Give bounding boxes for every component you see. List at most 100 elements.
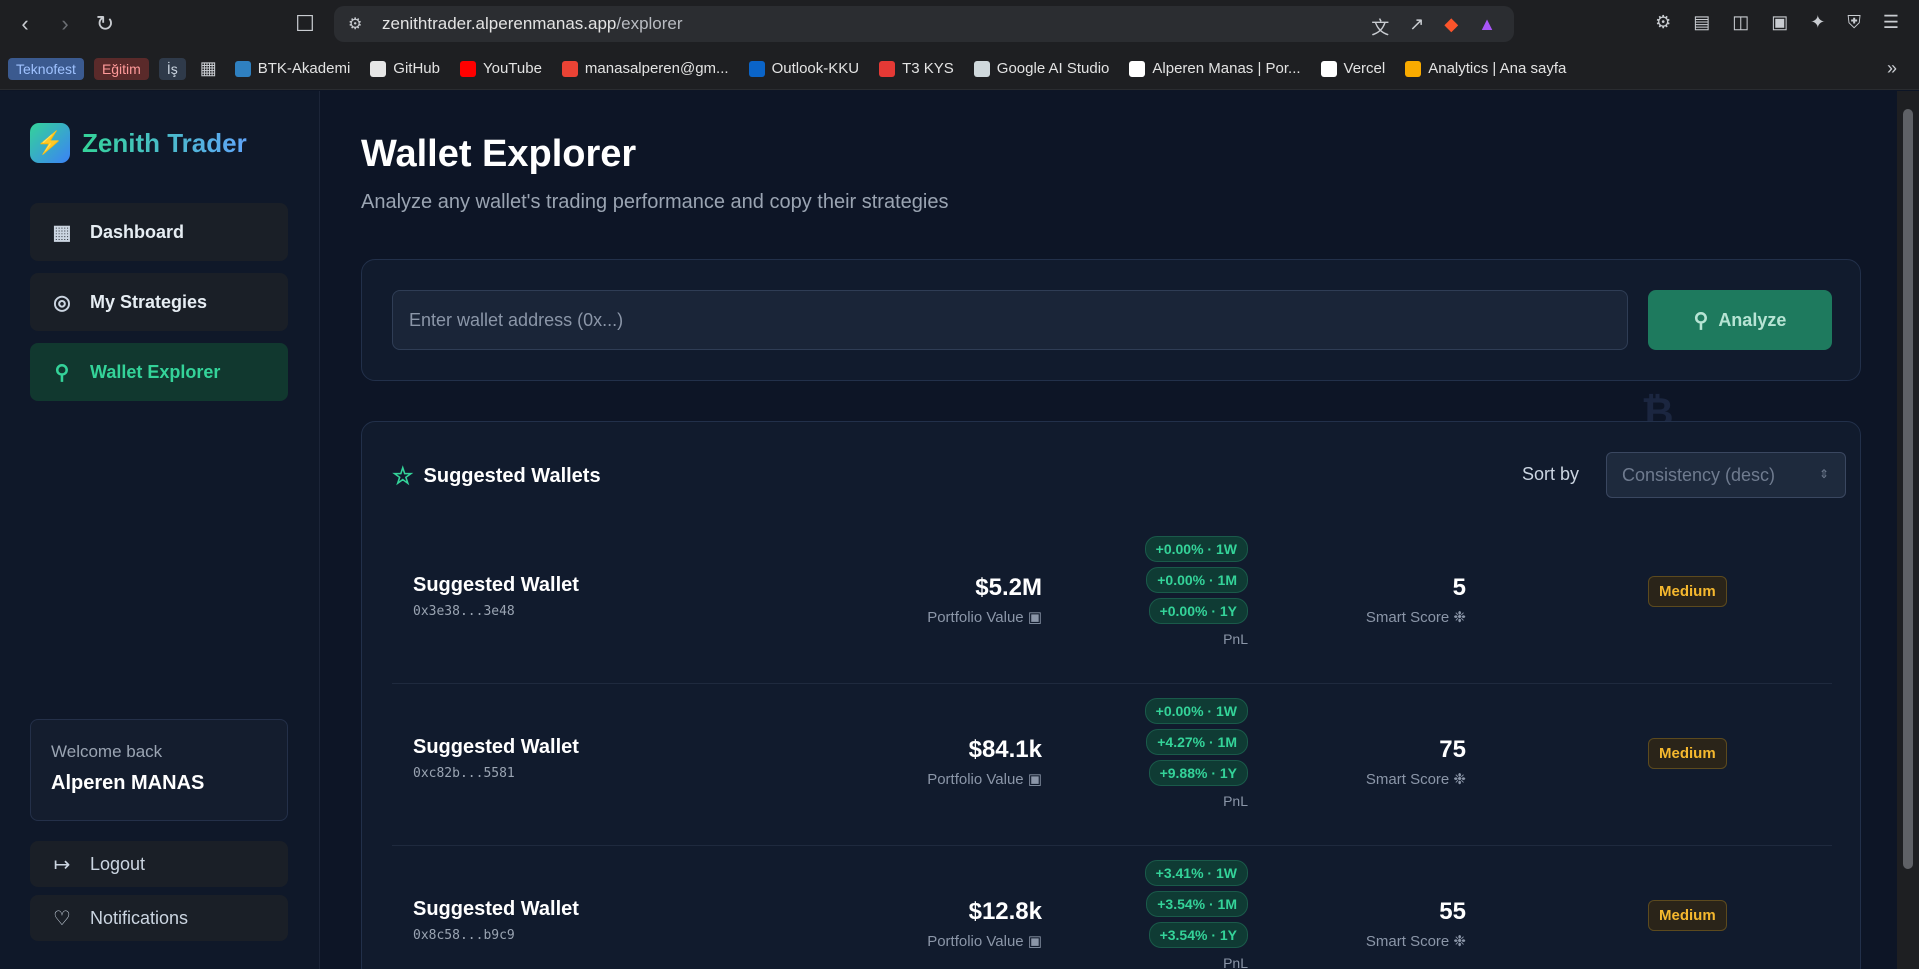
risk-badge: Medium	[1648, 738, 1727, 769]
target-icon: ◎	[53, 291, 71, 314]
portfolio-value-label: Portfolio Value ▣	[927, 933, 1042, 950]
wallet-name: Suggested Wallet	[413, 736, 579, 758]
translate-icon[interactable]: 文	[1371, 14, 1389, 40]
logout-label: Logout	[90, 853, 146, 874]
suggested-wallets-card: ☆ Suggested Wallets Sort by Consistency …	[361, 421, 1861, 969]
bookmark-item[interactable]: Google AI Studio	[973, 60, 1110, 77]
logout-icon: ↦	[53, 853, 71, 876]
sidebar: ⚡ Zenith Trader ▦ Dashboard ◎ My Strateg…	[0, 91, 320, 969]
extensions-icon[interactable]: ⚙	[1655, 12, 1671, 33]
bookmark-item[interactable]: Alperen Manas | Por...	[1129, 60, 1301, 77]
portfolio-value: $12.8k Portfolio Value ▣	[927, 898, 1042, 950]
bookmark-folder[interactable]: İş	[158, 57, 186, 80]
bookmark-label: Google AI Studio	[996, 60, 1110, 77]
pnl-pill: +0.00% · 1Y	[1148, 598, 1248, 624]
suggested-wallets-header: ☆ Suggested Wallets	[392, 462, 601, 491]
portfolio-value: $84.1k Portfolio Value ▣	[927, 736, 1042, 788]
github-icon	[370, 60, 387, 77]
pnl-pill: +3.54% · 1M	[1146, 891, 1248, 917]
dashboard-icon: ▦	[52, 221, 72, 244]
pnl-pill: +9.88% · 1Y	[1148, 760, 1248, 786]
notifications-button[interactable]: ♡ Notifications	[30, 895, 288, 941]
vercel-icon	[1320, 60, 1337, 77]
wallet-icon: ▣	[1027, 771, 1042, 788]
bookmark-folder[interactable]: Eğitim	[93, 57, 149, 80]
reader-icon[interactable]: ▤	[1693, 12, 1710, 33]
pnl-group: +3.41% · 1W +3.54% · 1M +3.54% · 1Y PnL	[1132, 860, 1248, 969]
bookmark-item[interactable]: manasalperen@gm...	[561, 60, 729, 77]
site-info-icon[interactable]: ⚙	[348, 14, 362, 34]
url-path: /explorer	[616, 14, 683, 33]
wallet-address: 0xc82b...5581	[413, 766, 515, 781]
btk-icon	[234, 60, 251, 77]
wallet-icon[interactable]: ▣	[1771, 12, 1788, 33]
analyze-label: Analyze	[1718, 309, 1787, 330]
suggested-wallets-title: Suggested Wallets	[423, 465, 601, 487]
lightning-icon: ⚡	[30, 123, 70, 163]
star-icon: ☆	[392, 463, 414, 490]
brave-shield-icon[interactable]: ◆	[1444, 14, 1458, 40]
apps-grid-icon[interactable]: ▦	[200, 58, 217, 79]
pnl-pill: +0.00% · 1W	[1144, 698, 1248, 724]
search-card: ⚲ Analyze	[361, 259, 1861, 381]
bookmark-item[interactable]: T3 KYS	[879, 60, 954, 77]
back-icon[interactable]: ‹	[10, 9, 40, 39]
portfolio-value-label: Portfolio Value ▣	[927, 609, 1042, 626]
address-bar[interactable]: ⚙ zenithtrader.alperenmanas.app/explorer…	[334, 6, 1514, 42]
bookmark-item[interactable]: Vercel	[1320, 60, 1386, 77]
wallet-row[interactable]: Suggested Wallet 0x8c58...b9c9 $12.8k Portf…	[392, 846, 1832, 969]
gmail-icon	[561, 60, 578, 77]
analyze-button[interactable]: ⚲ Analyze	[1648, 290, 1832, 350]
browser-toolbar: ‹ › ↻ ☐ ⚙ zenithtrader.alperenmanas.app /…	[0, 0, 1919, 48]
portfolio-value-amount: $5.2M	[975, 574, 1042, 601]
reload-icon[interactable]: ↻	[90, 9, 120, 39]
risk-badge: Medium	[1648, 900, 1727, 931]
bookmark-item[interactable]: Analytics | Ana sayfa	[1405, 60, 1566, 77]
scrollbar[interactable]	[1897, 91, 1919, 969]
bookmark-item[interactable]: YouTube	[459, 60, 542, 77]
forward-icon[interactable]: ›	[50, 9, 80, 39]
sort-select[interactable]: Consistency (desc) ⇕	[1606, 452, 1846, 498]
bookmark-label: Alperen Manas | Por...	[1152, 60, 1301, 77]
leo-icon[interactable]: ✦	[1810, 12, 1825, 33]
portfolio-value-label: Portfolio Value ▣	[927, 771, 1042, 788]
wallet-row[interactable]: Suggested Wallet 0x3e38...3e48 $5.2M Portfo…	[392, 522, 1832, 684]
page-title: Wallet Explorer	[361, 133, 637, 175]
vpn-icon[interactable]: ⛨	[1847, 12, 1861, 33]
triangle-icon	[1129, 60, 1146, 77]
wallet-icon: ▣	[1027, 933, 1042, 950]
bookmark-item[interactable]: Outlook-KKU	[748, 60, 859, 77]
portfolio-value-amount: $84.1k	[968, 736, 1042, 763]
main-content: ₮ ₿ ₿ ₳ Wallet Explorer Analyze any wall…	[321, 91, 1897, 969]
pnl-label: PnL	[1223, 793, 1248, 809]
bookmark-label: Vercel	[1343, 60, 1386, 77]
bookmark-label: BTK-Akademi	[257, 60, 351, 77]
sidebar-item-wallet-explorer[interactable]: ⚲ Wallet Explorer	[30, 343, 288, 401]
bookmark-icon[interactable]: ☐	[290, 9, 320, 39]
sidebar-toggle-icon[interactable]: ◫	[1732, 12, 1749, 33]
pnl-label: PnL	[1223, 955, 1248, 969]
bookmarks-bar: Teknofest Eğitim İş ▦ BTK-Akademi GitHub YouTu…	[0, 48, 1919, 90]
chevron-updown-icon: ⇕	[1818, 467, 1829, 481]
bookmark-folder[interactable]: Teknofest	[8, 57, 84, 80]
menu-icon[interactable]: ☰	[1883, 12, 1899, 33]
bookmark-item[interactable]: BTK-Akademi	[234, 60, 351, 77]
brand[interactable]: ⚡ Zenith Trader	[30, 123, 247, 163]
brave-rewards-icon[interactable]: ▲	[1478, 14, 1496, 40]
url-host: zenithtrader.alperenmanas.app	[382, 14, 617, 33]
wallet-address-input[interactable]	[392, 290, 1628, 350]
risk-badge: Medium	[1648, 576, 1727, 607]
scrollbar-thumb[interactable]	[1903, 109, 1913, 869]
pnl-pill: +0.00% · 1W	[1144, 536, 1248, 562]
more-bookmarks-icon[interactable]: »	[1887, 58, 1897, 79]
sidebar-item-dashboard[interactable]: ▦ Dashboard	[30, 203, 288, 261]
share-icon[interactable]: ↗	[1409, 14, 1424, 40]
wallet-row[interactable]: Suggested Wallet 0xc82b...5581 $84.1k Portf…	[392, 684, 1832, 846]
bookmark-item[interactable]: GitHub	[370, 60, 440, 77]
bookmark-label: GitHub	[393, 60, 440, 77]
sidebar-item-my-strategies[interactable]: ◎ My Strategies	[30, 273, 288, 331]
sort-label: Sort by	[1522, 464, 1580, 484]
logout-button[interactable]: ↦ Logout	[30, 841, 288, 887]
sort-value: Consistency (desc)	[1622, 464, 1776, 485]
pnl-label: PnL	[1223, 631, 1248, 647]
